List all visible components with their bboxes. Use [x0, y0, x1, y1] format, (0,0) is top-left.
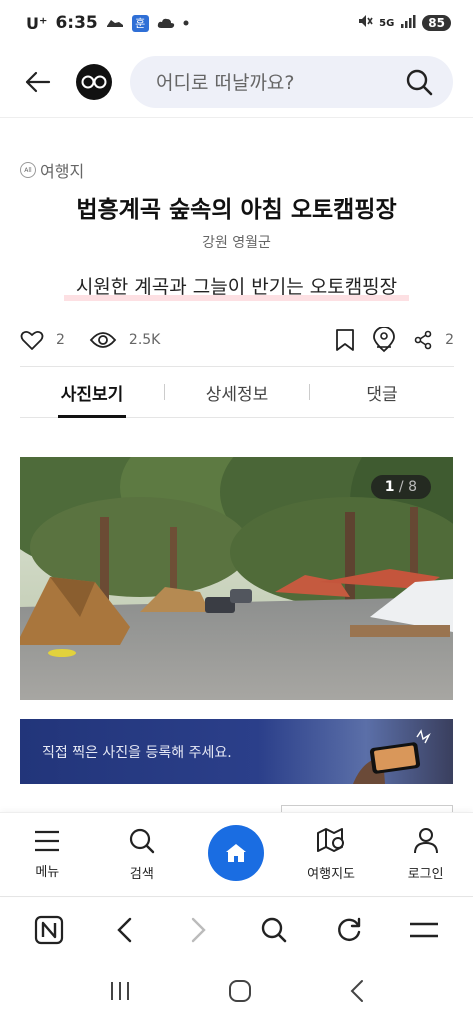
eye-icon — [89, 332, 117, 348]
naver-home-button[interactable] — [29, 910, 69, 950]
signal-icon — [400, 14, 416, 32]
action-bar-left: 2 2.5K — [20, 329, 160, 351]
system-home-button[interactable] — [228, 979, 252, 1007]
carrier-label: U⁺ — [26, 13, 48, 33]
home-icon — [226, 843, 247, 862]
search-icon — [261, 917, 287, 942]
browser-refresh-button[interactable] — [329, 910, 369, 950]
category-text: 여행지 — [40, 162, 85, 181]
photo-current: 1 — [384, 479, 395, 495]
nav-travel-map[interactable]: 여행지도 — [291, 827, 371, 882]
page-title: 법흥계곡 숲속의 아침 오토캠핑장 — [76, 197, 397, 223]
nav-menu[interactable]: 메뉴 — [7, 829, 87, 880]
chevron-right-icon — [191, 917, 206, 942]
photo-carousel[interactable]: 1 / 8 — [20, 457, 453, 700]
browser-search-button[interactable] — [254, 910, 294, 950]
browser-forward-button[interactable] — [179, 910, 219, 950]
action-bar-right: 2 — [335, 327, 454, 353]
battery-indicator: 85 — [422, 15, 451, 31]
search-icon[interactable] — [405, 68, 433, 96]
status-right: 5G 85 — [357, 13, 451, 33]
browser-menu-button[interactable] — [404, 910, 444, 950]
action-bar: 2 2.5K 2 — [20, 324, 454, 356]
search-placeholder: 어디로 떠날까요? — [156, 72, 295, 94]
nav-search[interactable]: 검색 — [102, 827, 182, 882]
clock: 6:35 — [55, 13, 98, 33]
all-category-icon: All — [20, 162, 36, 178]
nav-menu-label: 메뉴 — [35, 865, 60, 880]
photo-separator: / — [394, 479, 409, 495]
chevron-left-icon — [117, 917, 132, 942]
system-back-icon — [350, 980, 363, 1002]
network-5g-label: 5G — [379, 17, 395, 29]
dot-icon — [183, 20, 189, 26]
search-input[interactable]: 어디로 떠날까요? — [130, 55, 453, 108]
user-icon — [413, 828, 438, 854]
nav-travel-map-label: 여행지도 — [307, 867, 355, 882]
map-icon — [317, 828, 345, 852]
photo-total: 8 — [408, 479, 417, 495]
arrow-left-icon — [25, 71, 51, 92]
site-logo[interactable] — [76, 63, 112, 100]
nav-home[interactable] — [196, 824, 276, 881]
recent-apps-icon — [111, 982, 130, 1000]
content-tabs: 사진보기 상세정보 댓글 — [20, 366, 454, 418]
like-button[interactable]: 2 — [20, 329, 65, 351]
category-label: All 여행지 — [20, 158, 84, 182]
menu-icon — [35, 830, 60, 852]
top-header: 어디로 떠날까요? — [0, 46, 473, 118]
share-icon — [414, 330, 432, 350]
nav-login[interactable]: 로그인 — [386, 827, 466, 882]
hoon-badge-icon: 훈 — [131, 14, 149, 32]
bottom-navigation: 메뉴 검색 여행지도 로그인 — [0, 812, 473, 896]
subtitle-text: 시원한 계곡과 그늘이 반기는 오토캠핑장 — [63, 272, 410, 301]
tab-photos[interactable]: 사진보기 — [20, 367, 164, 418]
share-button[interactable]: 2 — [413, 330, 454, 350]
search-icon — [129, 828, 155, 854]
status-left: U⁺ 6:35 훈 — [26, 13, 189, 33]
system-back-button[interactable] — [349, 979, 365, 1007]
bookmark-icon — [336, 329, 354, 351]
home-button[interactable] — [208, 824, 265, 881]
recent-apps-button[interactable] — [108, 980, 132, 1006]
map-pin-button[interactable] — [371, 327, 397, 353]
heart-icon — [20, 330, 44, 350]
hamburger-icon — [409, 922, 438, 937]
system-navigation — [0, 962, 473, 1024]
nav-search-label: 검색 — [129, 867, 154, 882]
phone-camera-illustration — [353, 729, 431, 784]
naver-n-icon — [35, 915, 64, 944]
share-count: 2 — [445, 332, 454, 348]
map-pin-check-icon — [373, 327, 395, 353]
refresh-icon — [337, 917, 360, 941]
status-bar: U⁺ 6:35 훈 5G 85 — [0, 0, 473, 46]
tab-comments[interactable]: 댓글 — [310, 367, 454, 417]
mute-icon — [357, 13, 373, 33]
back-button[interactable] — [22, 66, 54, 98]
location-text: 강원 영월군 — [202, 235, 271, 251]
like-count: 2 — [56, 332, 65, 348]
photo-counter: 1 / 8 — [370, 475, 431, 499]
browser-back-button[interactable] — [104, 910, 144, 950]
glasses-logo-icon — [81, 75, 107, 88]
subtitle-wrap: 시원한 계곡과 그늘이 반기는 오토캠핑장 — [0, 272, 473, 301]
bookmark-button[interactable] — [335, 328, 355, 352]
upload-photo-banner[interactable]: 직접 찍은 사진을 등록해 주세요. — [20, 719, 453, 784]
notification-shoe-icon — [106, 17, 124, 29]
tab-details[interactable]: 상세정보 — [165, 367, 309, 417]
view-counter: 2.5K — [89, 330, 160, 350]
browser-toolbar — [0, 896, 473, 962]
banner-text: 직접 찍은 사진을 등록해 주세요. — [42, 744, 232, 761]
system-home-icon — [229, 980, 252, 1002]
view-count: 2.5K — [128, 332, 161, 348]
cloud-icon — [157, 17, 175, 29]
nav-login-label: 로그인 — [407, 867, 444, 882]
